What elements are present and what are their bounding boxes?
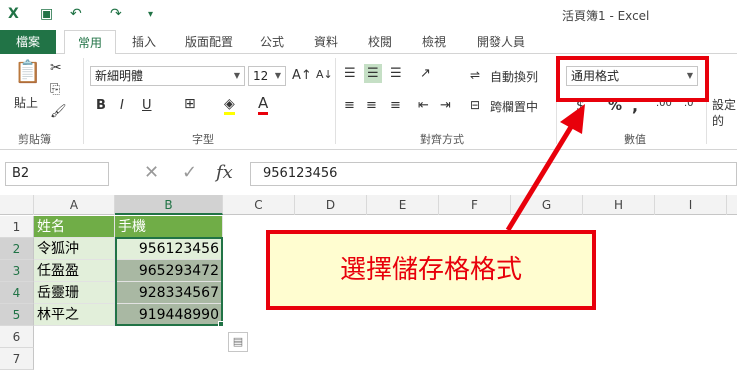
font-name-select[interactable]: 新細明體 ▼ (90, 66, 245, 86)
column-header-a[interactable]: A (34, 195, 115, 215)
chevron-down-icon: ▼ (233, 71, 240, 80)
formula-buttons: ✕ ✓ fx (126, 162, 246, 186)
save-icon[interactable]: ▣ (40, 6, 53, 22)
window-title: 活頁簿1 - Excel (562, 9, 650, 23)
excel-logo-icon: X (8, 6, 19, 22)
quick-analysis-icon[interactable]: ▤ (228, 332, 248, 352)
cell-b1[interactable]: 手機 (115, 216, 223, 238)
group-divider (83, 58, 84, 144)
underline-button[interactable]: U (142, 98, 152, 113)
callout-arrow (505, 104, 585, 232)
align-middle-icon[interactable]: ☰ (364, 64, 382, 83)
tab-insert[interactable]: 插入 (128, 30, 160, 54)
selection-range (115, 237, 223, 326)
font-group-label: 字型 (192, 133, 214, 146)
insert-function-icon[interactable]: fx (216, 162, 233, 183)
orientation-icon[interactable]: ↗ (420, 66, 431, 81)
paste-icon[interactable]: 📋 (14, 60, 41, 85)
column-header-d[interactable]: D (295, 195, 367, 215)
name-box[interactable]: B2 (5, 162, 109, 186)
font-name-value: 新細明體 (95, 69, 144, 83)
paste-button[interactable]: 貼上 (14, 94, 38, 111)
borders-icon[interactable]: ⊞ (184, 96, 196, 112)
column-header-e[interactable]: E (367, 195, 439, 215)
row-header-7[interactable]: 7 (0, 348, 34, 370)
merge-center-icon[interactable]: ⊟ (470, 98, 480, 112)
font-color-icon[interactable]: A (258, 94, 269, 115)
tab-view[interactable]: 檢視 (416, 30, 452, 54)
undo-icon[interactable]: ↶ (70, 6, 82, 22)
alignment-group-label: 對齊方式 (420, 133, 464, 146)
align-bottom-icon[interactable]: ☰ (390, 66, 402, 81)
copy-icon[interactable]: ⎘ (50, 82, 60, 97)
wrap-text-icon[interactable]: ⇌ (470, 68, 480, 82)
font-size-value: 12 (253, 69, 269, 83)
row-header-3[interactable]: 3 (0, 260, 34, 282)
row-header-5[interactable]: 5 (0, 304, 34, 326)
wrap-text-button[interactable]: 自動換列 (490, 68, 538, 85)
cell-a5[interactable]: 林平之 (34, 304, 115, 326)
tab-page-layout[interactable]: 版面配置 (180, 30, 238, 54)
bold-button[interactable]: B (96, 98, 106, 113)
align-right-icon[interactable]: ≡ (390, 98, 401, 113)
cancel-icon[interactable]: ✕ (144, 162, 159, 183)
font-size-select[interactable]: 12 ▼ (248, 66, 286, 86)
fill-handle[interactable] (218, 321, 224, 327)
fill-color-icon[interactable]: ◈ (224, 96, 235, 115)
conditional-format-label-2[interactable]: 的 (712, 112, 724, 129)
enter-icon[interactable]: ✓ (182, 162, 197, 183)
group-divider (335, 58, 336, 144)
cell-a4[interactable]: 岳靈珊 (34, 282, 115, 304)
column-headers: A B C D E F G H I (0, 195, 737, 215)
cell-a3[interactable]: 任盈盈 (34, 260, 115, 282)
tab-review[interactable]: 校閱 (362, 30, 398, 54)
number-format-highlight (556, 56, 709, 102)
clipboard-group-label: 剪貼簿 (18, 133, 51, 146)
row-header-1[interactable]: 1 (0, 216, 34, 238)
decrease-indent-icon[interactable]: ⇤ (418, 98, 429, 113)
tab-developer[interactable]: 開發人員 (470, 30, 532, 54)
customize-toolbar-icon[interactable]: ▾ (148, 9, 153, 20)
tab-file[interactable]: 檔案 (0, 30, 56, 54)
conditional-format-label[interactable]: 設定 (712, 96, 736, 113)
align-top-icon[interactable]: ☰ (344, 66, 356, 81)
cell-a2[interactable]: 令狐沖 (34, 238, 115, 260)
row-header-4[interactable]: 4 (0, 282, 34, 304)
row-header-2[interactable]: 2 (0, 238, 34, 260)
tab-formulas[interactable]: 公式 (254, 30, 290, 54)
cell-a1[interactable]: 姓名 (34, 216, 115, 238)
redo-icon[interactable]: ↷ (110, 6, 122, 22)
number-group-label: 數值 (624, 133, 646, 146)
select-all-corner[interactable] (0, 195, 34, 215)
arrow-line (505, 120, 577, 232)
arrow-head (560, 104, 585, 134)
align-left-icon[interactable]: ≡ (344, 98, 355, 113)
align-center-icon[interactable]: ≡ (366, 98, 377, 113)
row-header-6[interactable]: 6 (0, 326, 34, 348)
callout-box: 選擇儲存格格式 (266, 230, 596, 310)
column-header-c[interactable]: C (223, 195, 295, 215)
tab-data[interactable]: 資料 (308, 30, 344, 54)
italic-button[interactable]: I (120, 98, 124, 113)
chevron-down-icon: ▼ (274, 71, 281, 80)
decrease-font-icon[interactable]: A↓ (316, 68, 333, 81)
tab-home[interactable]: 常用 (64, 30, 116, 55)
increase-indent-icon[interactable]: ⇥ (440, 98, 451, 113)
increase-font-icon[interactable]: A↑ (292, 68, 312, 83)
column-header-b[interactable]: B (115, 195, 223, 215)
title-bar: X ▣ ↶ ↷ ▾ 活頁簿1 - Excel (0, 0, 737, 30)
cut-icon[interactable]: ✂ (50, 60, 62, 76)
ribbon-tabs: 檔案 常用 插入 版面配置 公式 資料 校閱 檢視 開發人員 (0, 30, 737, 55)
column-header-i[interactable]: I (655, 195, 727, 215)
format-painter-icon[interactable]: 🖌 (50, 104, 67, 119)
